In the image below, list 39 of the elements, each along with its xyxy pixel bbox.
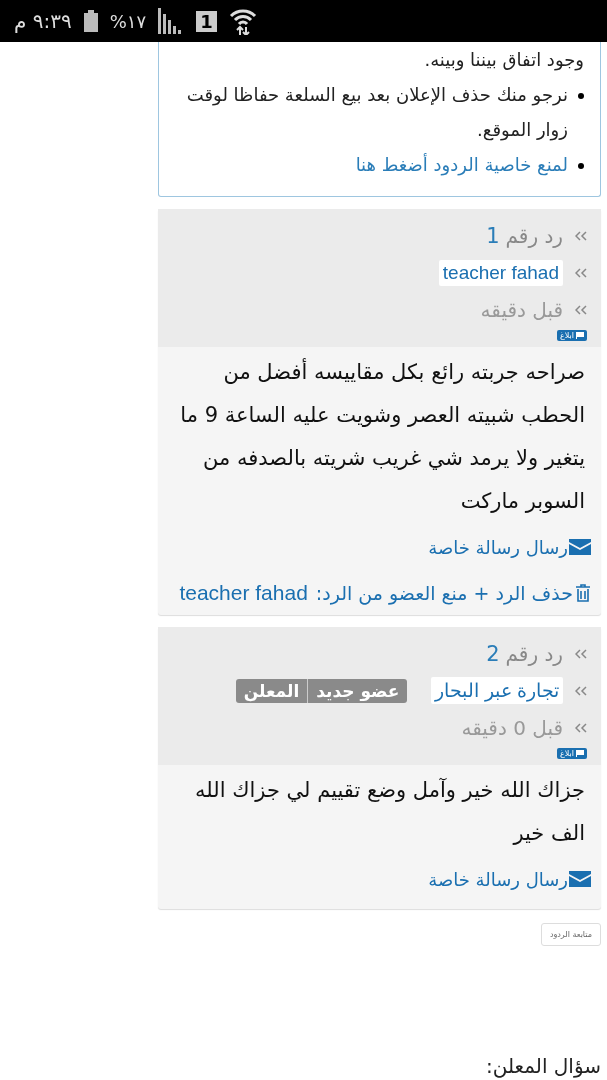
chevron-icon [575, 304, 587, 315]
disable-replies-link[interactable]: لمنع خاصية الردود أضغط هنا [355, 147, 568, 182]
chevron-icon [575, 267, 587, 278]
chevron-icon [575, 685, 587, 696]
battery-percent: %١٧ [109, 10, 147, 32]
bullet-icon [578, 163, 584, 169]
wifi-icon [228, 7, 257, 35]
notice-text: وجود اتفاق بيننا وبينه. [423, 48, 584, 73]
author-link[interactable]: teacher fahad [438, 259, 563, 286]
member-badge: المعلن [235, 678, 308, 703]
reply-label: رد رقم [505, 223, 563, 248]
envelope-icon [569, 539, 591, 555]
section-heading: سؤال المعلن: [485, 1054, 601, 1078]
flag-icon [576, 750, 584, 757]
reply-text: صراحه جربته رائع بكل مقاييسه أفضل من الحطب شبيته العصر وشويت عليه الساعة 9 ما يتغير ولا يرمد شي غريب شريته بالصدفه من السوبر ماركت [179, 357, 586, 515]
private-message-link[interactable]: رسال رسالة خاصة [428, 527, 591, 567]
member-badge: عضو جديد [307, 678, 408, 703]
follow-replies-button[interactable]: متابعة الردود [540, 923, 601, 946]
report-button[interactable]: ابلاغ [557, 748, 587, 759]
reply-text: جزاك الله خير وآمل وضع تقييم لي جزاك الله الف خير [194, 777, 586, 847]
reply-time: قبل 0 دقيقه [461, 715, 563, 740]
notice-text: نرجو منك حذف الإعلان بعد بيع السلعة حفاظا لوقت زوار الموقع. [185, 83, 568, 143]
chevron-icon [575, 722, 587, 733]
reply-number: 2 [486, 641, 500, 666]
chevron-icon [575, 230, 587, 241]
bullet-icon [578, 93, 584, 99]
reply-time: قبل دقيقه [480, 297, 563, 322]
reply-label: رد رقم [505, 641, 563, 666]
battery-icon [83, 10, 98, 32]
author-link[interactable]: تجارة عبر البحار [431, 677, 563, 704]
reply-number: 1 [486, 223, 500, 248]
clock: ٩:٣٩ م [14, 9, 72, 33]
trash-icon [575, 584, 591, 602]
sim-indicator: 1 [196, 10, 217, 32]
flag-icon [576, 332, 584, 339]
envelope-icon [569, 871, 591, 887]
chevron-icon [575, 648, 587, 659]
private-message-link[interactable]: رسال رسالة خاصة [428, 859, 591, 899]
report-button[interactable]: ابلاغ [557, 330, 587, 341]
